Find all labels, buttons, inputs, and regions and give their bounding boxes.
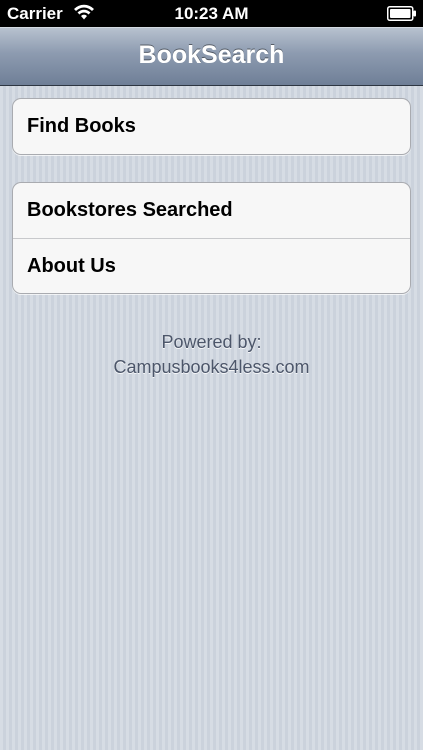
powered-by-site: Campusbooks4less.com	[113, 357, 310, 377]
navigation-bar: BookSearch	[0, 27, 423, 86]
about-us-cell[interactable]: About Us	[13, 238, 410, 293]
menu-group-secondary: Bookstores Searched About Us	[12, 182, 411, 294]
page-title: BookSearch	[138, 41, 285, 69]
bookstores-searched-cell[interactable]: Bookstores Searched	[13, 183, 410, 238]
battery-icon	[387, 6, 416, 21]
status-time: 10:23 AM	[174, 4, 249, 23]
powered-by-footer: Powered by: Campusbooks4less.com	[0, 330, 423, 380]
menu-group-primary: Find Books	[12, 98, 411, 155]
status-bar: Carrier 10:23 AM	[0, 0, 423, 27]
powered-by-label: Powered by:	[161, 332, 262, 352]
find-books-cell[interactable]: Find Books	[13, 99, 410, 154]
